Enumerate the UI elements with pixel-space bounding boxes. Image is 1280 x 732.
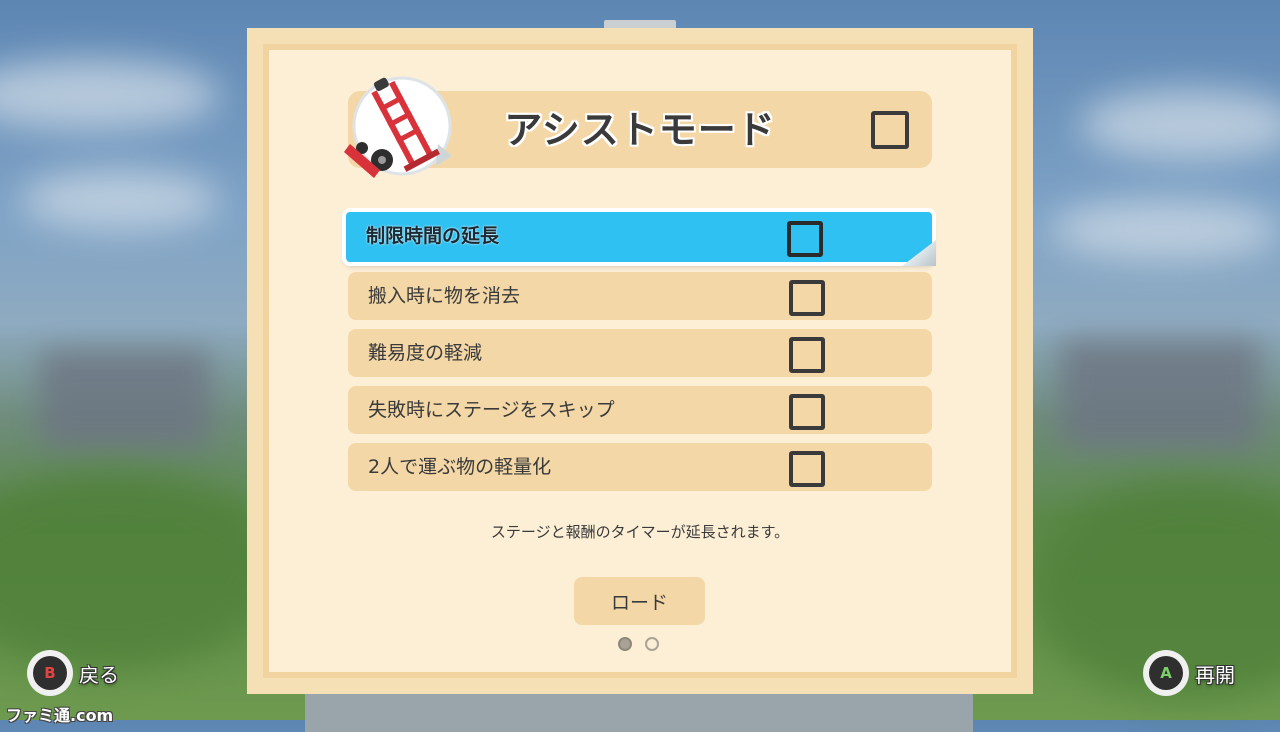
option-checkbox[interactable] [787, 221, 823, 257]
option-extend-time-limit[interactable]: 制限時間の延長 [346, 212, 936, 266]
watermark-logo: ファミ通.com [6, 706, 114, 725]
option-checkbox[interactable] [789, 337, 825, 373]
option-label: 2人で運ぶ物の軽量化 [368, 456, 552, 478]
option-reduce-difficulty[interactable]: 難易度の軽減 [348, 329, 932, 377]
a-button-icon: A [1143, 650, 1189, 696]
option-checkbox[interactable] [789, 451, 825, 487]
signpost-base [305, 688, 973, 732]
hand-truck-icon [344, 76, 452, 178]
page-indicator-dot-inactive [645, 637, 659, 651]
resume-label: 再開 [1195, 662, 1235, 687]
page-title: アシストモード [504, 108, 776, 152]
assist-mode-checkbox[interactable] [871, 111, 909, 149]
option-checkbox[interactable] [789, 280, 825, 316]
option-remove-objects-on-delivery[interactable]: 搬入時に物を消去 [348, 272, 932, 320]
option-label: 難易度の軽減 [368, 342, 483, 364]
resume-control[interactable]: A 再開 [1143, 650, 1235, 696]
option-checkbox[interactable] [789, 394, 825, 430]
back-control[interactable]: B 戻る [27, 650, 119, 696]
load-button[interactable]: ロード [574, 577, 705, 625]
option-label: 搬入時に物を消去 [368, 285, 521, 307]
page-indicator-dot-active [618, 637, 632, 651]
b-button-icon: B [27, 650, 73, 696]
option-label: 失敗時にステージをスキップ [368, 399, 615, 421]
back-label: 戻る [79, 662, 119, 687]
option-description: ステージと報酬のタイマーが延長されます。 [490, 523, 790, 541]
option-lighten-two-person-objects[interactable]: 2人で運ぶ物の軽量化 [348, 443, 932, 491]
option-label: 制限時間の延長 [366, 225, 500, 247]
option-skip-stage-on-failure[interactable]: 失敗時にステージをスキップ [348, 386, 932, 434]
